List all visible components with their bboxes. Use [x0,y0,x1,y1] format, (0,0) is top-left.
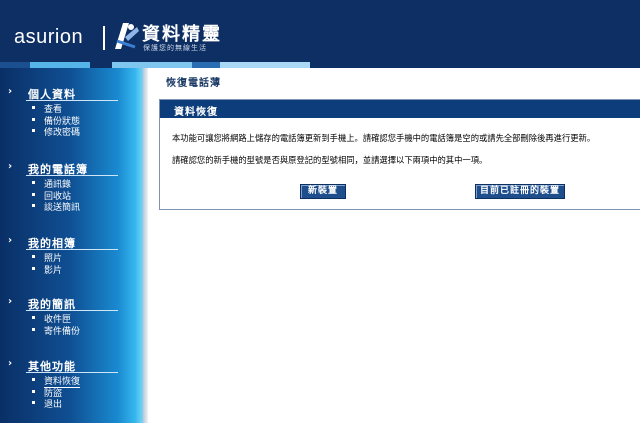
sidebar-item[interactable]: 備份狀態 [0,114,143,127]
sidebar-item-label: 修改密碼 [44,128,81,138]
bullet-icon [32,266,35,270]
bullet-icon [32,316,35,319]
sidebar-item[interactable]: 談送簡訊 [0,200,143,213]
sidebar-item-label: 談送簡訊 [44,203,81,213]
stripe-segment [220,62,310,68]
new-device-button[interactable]: 新裝置 [300,184,346,199]
instruction-text-2: 請確認您的新手機的型號是否與原登記的型號相同，並請選擇以下兩項中的其中一項。 [172,155,488,165]
instruction-text-1: 本功能可讓您將網路上儲存的電話簿更新到手機上。請確認您手機中的電話簿是空的或請先… [172,133,596,143]
sidebar-shadow [143,68,148,423]
bullet-icon [32,255,35,258]
stripe-segment [310,62,640,68]
sidebar-item[interactable]: 修改密碼 [0,125,143,138]
stripe-segment [192,62,220,68]
restore-panel: 資料恢復 本功能可讓您將網路上儲存的電話簿更新到手機上。請確認您手機中的電話簿是… [159,99,640,210]
sidebar-item[interactable]: 通訊錄 [0,177,143,190]
sidebar-item-label: 退出 [44,400,63,410]
sidebar-item[interactable]: 影片 [0,263,143,276]
section-divider [26,310,118,311]
section-divider [26,372,118,373]
sidebar-section-title[interactable]: › 其他功能 [0,357,143,373]
bullet-icon [32,106,35,109]
section-divider [26,100,118,101]
panel-header: 資料恢復 [160,100,640,118]
sidebar-item[interactable]: 寄件備份 [0,324,143,337]
chevron-right-icon: › [8,296,13,307]
sidebar-section: › 個人資料 查看 備份狀態 修改密碼 [0,85,143,138]
sidebar-section: › 我的相簿 照片 影片 [0,234,143,276]
sidebar-item[interactable]: 查看 [0,102,143,115]
chevron-right-icon: › [8,235,13,246]
sidebar-item[interactable]: 照片 [0,251,143,264]
bullet-icon [32,192,35,196]
chevron-right-icon: › [8,358,13,369]
registered-device-button[interactable]: 目前已註冊的裝置 [475,184,565,199]
chevron-right-icon: › [8,86,13,97]
sidebar-section-title[interactable]: › 我的電話簿 [0,160,143,176]
section-divider [26,249,118,250]
chevron-right-icon: › [8,161,13,172]
bullet-icon [32,117,35,121]
sidebar-item[interactable]: 收件匣 [0,312,143,325]
bullet-icon [32,327,35,331]
sidebar-item[interactable]: 回收站 [0,189,143,202]
sidebar-item-label: 影片 [44,265,63,276]
sidebar-item-label: 寄件備份 [44,326,81,337]
logo-divider [103,26,105,50]
sidebar-section-title[interactable]: › 我的簡訊 [0,295,143,311]
sidebar-section-title[interactable]: › 個人資料 [0,85,143,101]
genie-logo-icon [115,23,139,49]
sidebar: › 個人資料 查看 備份狀態 修改密碼 › 我的電話簿 通訊錄 回收站 談送簡訊 › 我的相簿 照片 影片… [0,68,143,423]
sidebar-item[interactable]: 防盜 [0,386,143,399]
bullet-icon [32,389,35,393]
sidebar-section: › 其他功能 資料恢復 防盜 退出 [0,357,143,410]
sidebar-item[interactable]: 退出 [0,397,143,410]
app-header: asurion 資料精靈 保護您的無線生活 [0,0,640,62]
bullet-icon [32,378,35,381]
section-divider [26,175,118,176]
bullet-icon [32,129,35,132]
bullet-icon [32,181,35,184]
asurion-logo: asurion [14,26,84,48]
product-tagline: 保護您的無線生活 [143,44,207,52]
bullet-icon [32,401,35,404]
sidebar-section-title[interactable]: › 我的相簿 [0,234,143,250]
panel-heading: 資料恢復 [174,107,218,118]
sidebar-section: › 我的電話簿 通訊錄 回收站 談送簡訊 [0,160,143,213]
sidebar-section: › 我的簡訊 收件匣 寄件備份 [0,295,143,337]
bullet-icon [32,204,35,207]
page-title: 恢復電話薄 [166,78,221,89]
sidebar-item[interactable]: 資料恢復 [0,374,143,388]
